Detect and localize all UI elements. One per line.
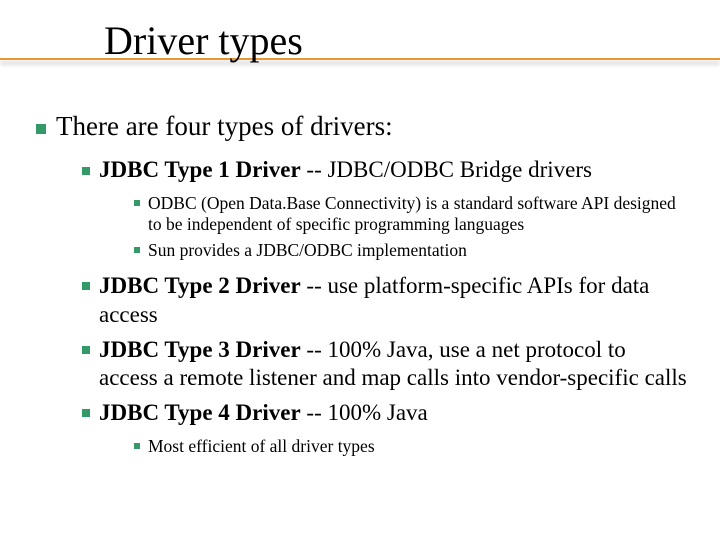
intro-text: There are four types of drivers: bbox=[56, 111, 393, 141]
intro-line: There are four types of drivers: bbox=[36, 110, 690, 144]
bullet-icon bbox=[36, 124, 46, 134]
slide: Driver types There are four types of dri… bbox=[0, 0, 720, 540]
type1-sub-1: Sun provides a JDBC/ODBC implementation bbox=[134, 240, 690, 262]
type2-bold: JDBC Type 2 Driver bbox=[99, 273, 301, 298]
bullet-icon bbox=[82, 409, 90, 417]
type4-sub-text: Most efficient of all driver types bbox=[148, 436, 375, 456]
slide-body: There are four types of drivers: JDBC Ty… bbox=[36, 110, 690, 462]
bullet-icon bbox=[134, 247, 140, 253]
bullet-icon bbox=[82, 282, 90, 290]
type4-sub: Most efficient of all driver types bbox=[134, 436, 690, 458]
type1-bold: JDBC Type 1 Driver bbox=[99, 157, 301, 182]
type4-bold: JDBC Type 4 Driver bbox=[99, 400, 301, 425]
type3-line: JDBC Type 3 Driver -- 100% Java, use a n… bbox=[82, 336, 690, 394]
bullet-icon bbox=[82, 346, 90, 354]
type4-rest: -- 100% Java bbox=[301, 400, 428, 425]
title-wrap: Driver types bbox=[104, 20, 303, 62]
bullet-icon bbox=[134, 443, 140, 449]
type1-sub-0-text: ODBC (Open Data.Base Connectivity) is a … bbox=[148, 193, 676, 235]
slide-title: Driver types bbox=[104, 20, 303, 62]
type1-sub-1-text: Sun provides a JDBC/ODBC implementation bbox=[148, 240, 467, 260]
bullet-icon bbox=[82, 167, 90, 175]
type2-line: JDBC Type 2 Driver -- use platform-speci… bbox=[82, 272, 690, 330]
type3-bold: JDBC Type 3 Driver bbox=[99, 337, 301, 362]
type1-line: JDBC Type 1 Driver -- JDBC/ODBC Bridge d… bbox=[82, 156, 690, 185]
bullet-icon bbox=[134, 200, 140, 206]
type4-line: JDBC Type 4 Driver -- 100% Java bbox=[82, 399, 690, 428]
type1-sub-0: ODBC (Open Data.Base Connectivity) is a … bbox=[134, 193, 690, 237]
type1-rest: -- JDBC/ODBC Bridge drivers bbox=[301, 157, 592, 182]
